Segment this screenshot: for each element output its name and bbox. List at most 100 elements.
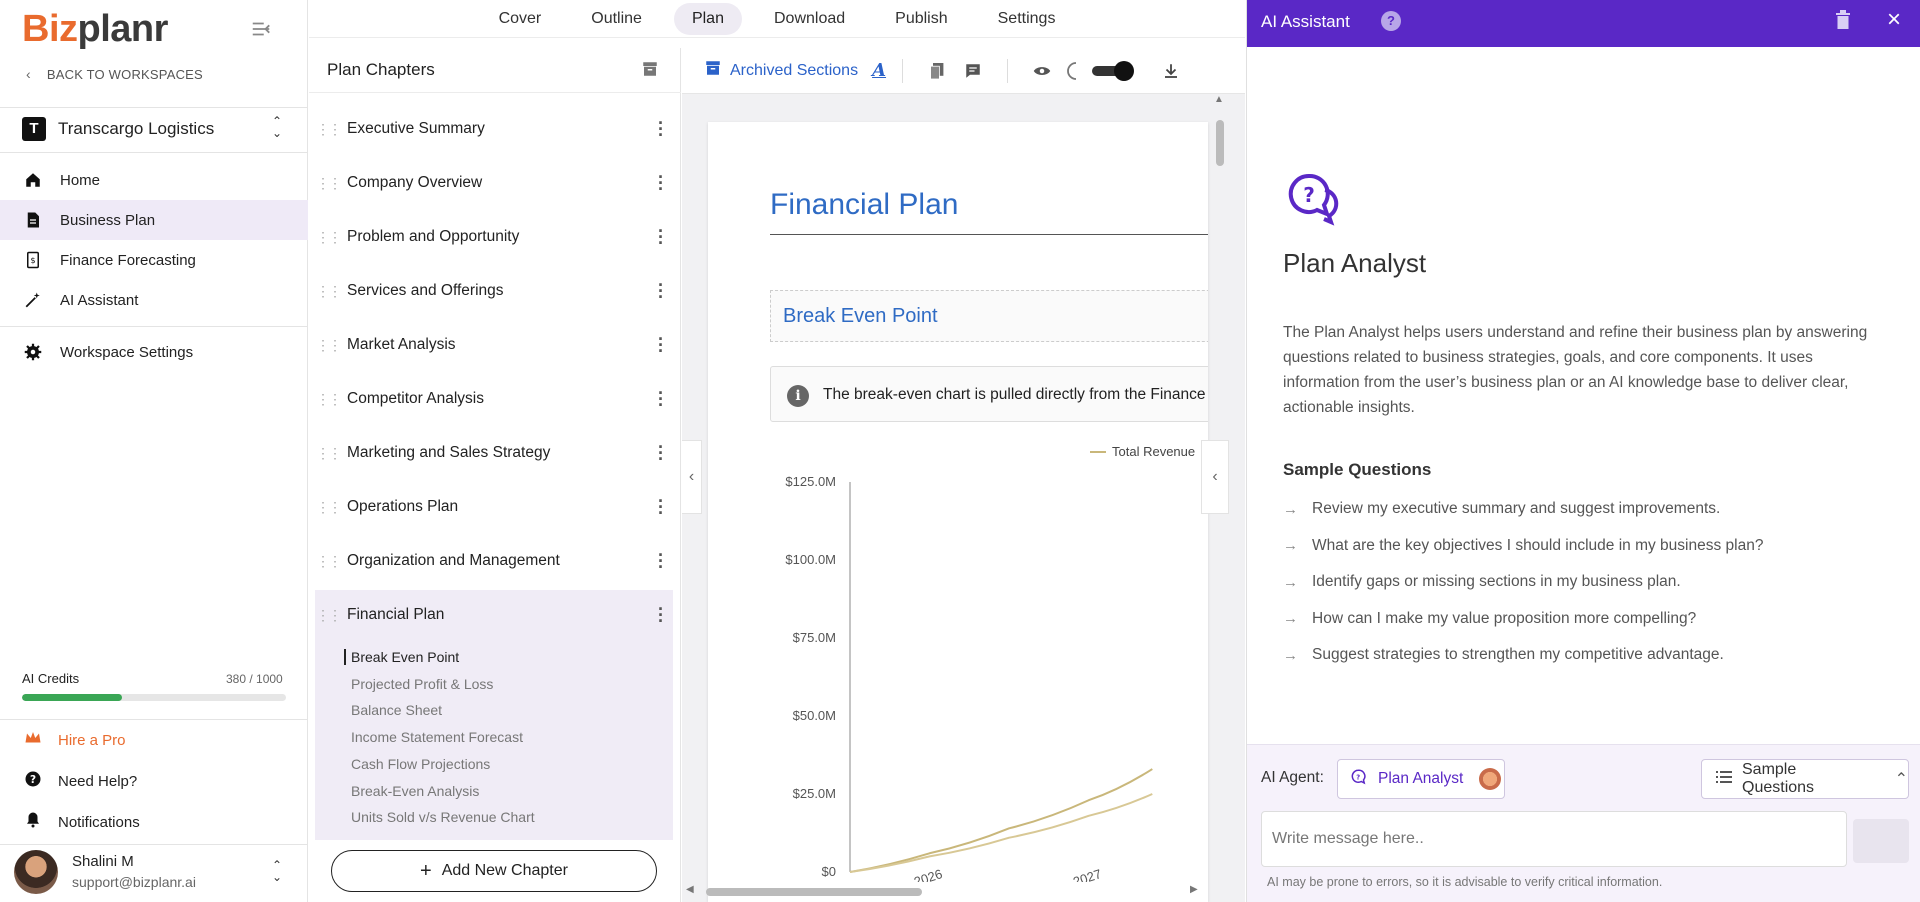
copy-icon[interactable] xyxy=(926,60,948,82)
drag-handle-icon[interactable]: ⋮⋮ xyxy=(309,445,347,462)
toolbar-divider xyxy=(902,58,904,83)
collapse-chapters-button[interactable]: ‹ xyxy=(682,440,702,514)
subsection-item[interactable]: Balance Sheet xyxy=(351,702,442,718)
vertical-scroll-thumb[interactable] xyxy=(1216,120,1224,166)
drag-handle-icon[interactable]: ⋮⋮ xyxy=(309,607,347,624)
more-options-icon[interactable]: · · · xyxy=(641,222,681,252)
drag-handle-icon[interactable]: ⋮⋮ xyxy=(309,229,347,246)
subsection-item[interactable]: Break Even Point xyxy=(344,649,459,665)
nav-business-plan[interactable]: Business Plan xyxy=(0,200,308,240)
user-menu-toggle-icon[interactable]: ⌃ ⌄ xyxy=(272,859,282,883)
tab-plan[interactable]: Plan xyxy=(673,2,742,35)
chapter-item[interactable]: ⋮⋮ Executive Summary · · · xyxy=(309,102,681,156)
send-button[interactable] xyxy=(1853,819,1909,863)
chapter-item[interactable]: ⋮⋮ Operations Plan · · · xyxy=(309,480,681,534)
sample-question-item[interactable]: → Suggest strategies to strengthen my com… xyxy=(1283,646,1724,664)
text-color-icon[interactable]: A xyxy=(872,60,886,81)
drag-handle-icon[interactable]: ⋮⋮ xyxy=(309,499,347,516)
preview-icon[interactable] xyxy=(1031,60,1053,82)
need-help-link[interactable]: ? Need Help? xyxy=(24,770,137,792)
more-options-icon[interactable]: · · · xyxy=(641,600,681,630)
sample-questions-button-label: Sample Questions xyxy=(1742,761,1815,796)
collapse-ai-panel-button[interactable]: ‹ xyxy=(1201,440,1229,514)
horizontal-scroll-thumb[interactable] xyxy=(706,888,922,896)
list-icon xyxy=(1716,770,1732,789)
trash-icon[interactable] xyxy=(1835,10,1853,32)
avatar xyxy=(14,850,58,894)
drag-handle-icon[interactable]: ⋮⋮ xyxy=(309,553,347,570)
subsection-item[interactable]: Break-Even Analysis xyxy=(351,783,479,799)
more-options-icon[interactable]: · · · xyxy=(641,330,681,360)
sample-question-item[interactable]: → How can I make my value proposition mor… xyxy=(1283,610,1696,628)
ai-input-footer: AI Agent: ? Plan Analyst Sample Question… xyxy=(1247,744,1920,902)
hire-a-pro-link[interactable]: Hire a Pro xyxy=(24,730,126,750)
more-options-icon[interactable]: · · · xyxy=(641,546,681,576)
plan-chapters-title: Plan Chapters xyxy=(327,60,435,79)
home-icon xyxy=(24,171,42,189)
tab-download[interactable]: Download xyxy=(756,3,863,35)
sample-questions-button[interactable]: Sample Questions ⌃ xyxy=(1701,759,1909,799)
sample-question-item[interactable]: → Review my executive summary and suggest… xyxy=(1283,500,1720,518)
scroll-right-arrow-icon[interactable]: ▶ xyxy=(1190,884,1198,895)
scroll-left-arrow-icon[interactable]: ◀ xyxy=(686,884,694,895)
tab-publish[interactable]: Publish xyxy=(877,3,965,35)
need-help-label: Need Help? xyxy=(58,772,138,790)
tab-outline[interactable]: Outline xyxy=(573,3,660,35)
chapter-item[interactable]: ⋮⋮ Financial Plan · · · xyxy=(309,588,681,642)
section-heading-box[interactable]: Break Even Point xyxy=(770,290,1208,342)
sample-question-item[interactable]: → What are the key objectives I should in… xyxy=(1283,537,1763,555)
close-icon[interactable]: × xyxy=(1887,6,1901,34)
help-icon[interactable]: ? xyxy=(1381,11,1401,31)
subsection-item[interactable]: Income Statement Forecast xyxy=(351,729,523,745)
workspace-switcher[interactable]: T Transcargo Logistics ⌃ ⌄ xyxy=(0,107,308,153)
chat-question-icon: ? xyxy=(1350,768,1368,791)
drag-handle-icon[interactable]: ⋮⋮ xyxy=(309,121,347,138)
collapse-sidebar-icon[interactable] xyxy=(250,18,276,44)
more-options-icon[interactable]: · · · xyxy=(641,276,681,306)
chapter-item[interactable]: ⋮⋮ Problem and Opportunity · · · xyxy=(309,210,681,264)
half-contrast-icon xyxy=(1062,60,1084,82)
subsection-item[interactable]: Projected Profit & Loss xyxy=(351,676,493,692)
more-options-icon[interactable]: · · · xyxy=(641,492,681,522)
nav-workspace-settings[interactable]: Workspace Settings xyxy=(0,332,308,372)
tab-settings[interactable]: Settings xyxy=(980,3,1074,35)
drag-handle-icon[interactable]: ⋮⋮ xyxy=(309,337,347,354)
view-toggle-switch[interactable] xyxy=(1092,60,1135,81)
ai-agent-selector[interactable]: ? Plan Analyst xyxy=(1337,759,1505,799)
comment-icon[interactable] xyxy=(962,60,984,82)
user-profile[interactable]: Shalini M support@bizplanr.ai ⌃ ⌄ xyxy=(0,844,308,902)
expand-collapse-icon[interactable]: ⌃ ⌄ xyxy=(272,115,282,139)
sample-question-item[interactable]: → Identify gaps or missing sections in my… xyxy=(1283,573,1681,591)
nav-home[interactable]: Home xyxy=(0,160,308,200)
subsection-item[interactable]: Cash Flow Projections xyxy=(351,756,490,772)
subsection-item[interactable]: Units Sold v/s Revenue Chart xyxy=(351,809,535,825)
svg-text:$: $ xyxy=(30,255,35,265)
back-to-workspaces-link[interactable]: ‹ BACK TO WORKSPACES xyxy=(26,66,203,82)
user-name: Shalini M xyxy=(72,853,134,870)
chapter-item[interactable]: ⋮⋮ Company Overview · · · xyxy=(309,156,681,210)
drag-handle-icon[interactable]: ⋮⋮ xyxy=(309,391,347,408)
download-icon[interactable] xyxy=(1160,60,1182,82)
more-options-icon[interactable]: · · · xyxy=(641,168,681,198)
tab-cover[interactable]: Cover xyxy=(481,3,560,35)
chapter-item[interactable]: ⋮⋮ Organization and Management · · · xyxy=(309,534,681,588)
message-input[interactable] xyxy=(1261,811,1847,867)
chapter-item[interactable]: ⋮⋮ Competitor Analysis · · · xyxy=(309,372,681,426)
more-options-icon[interactable]: · · · xyxy=(641,384,681,414)
chapter-item[interactable]: ⋮⋮ Marketing and Sales Strategy · · · xyxy=(309,426,681,480)
more-options-icon[interactable]: · · · xyxy=(641,114,681,144)
nav-ai-assistant[interactable]: AI Assistant xyxy=(0,280,308,320)
more-options-icon[interactable]: · · · xyxy=(641,438,681,468)
chapter-item[interactable]: ⋮⋮ Market Analysis · · · xyxy=(309,318,681,372)
nav-finance-forecasting[interactable]: $ Finance Forecasting xyxy=(0,240,308,280)
notifications-link[interactable]: Notifications xyxy=(24,811,140,833)
drag-handle-icon[interactable]: ⋮⋮ xyxy=(309,175,347,192)
add-new-chapter-button[interactable]: + Add New Chapter xyxy=(331,850,657,892)
archived-sections-button[interactable]: Archived Sections A xyxy=(704,59,886,82)
bizplanr-logo[interactable]: Bizplanr xyxy=(22,8,168,51)
horizontal-scrollbar[interactable]: ◀ ▶ xyxy=(682,882,1245,900)
archive-icon[interactable] xyxy=(641,60,661,80)
drag-handle-icon[interactable]: ⋮⋮ xyxy=(309,283,347,300)
chapter-item[interactable]: ⋮⋮ Services and Offerings · · · xyxy=(309,264,681,318)
scroll-up-arrow-icon[interactable]: ▲ xyxy=(1214,94,1224,105)
